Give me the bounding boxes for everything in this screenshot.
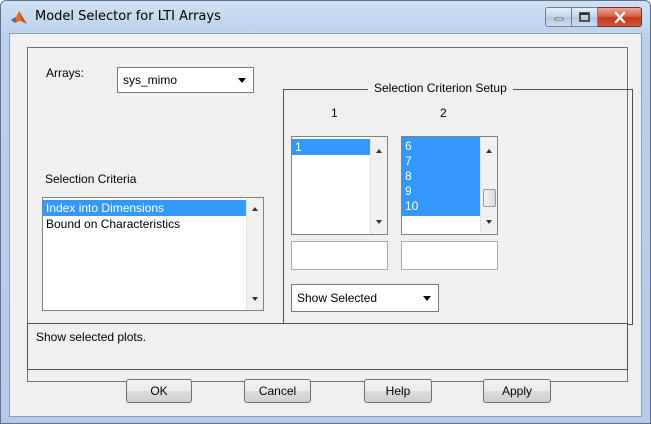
model-selector-window: Model Selector for LTI Arrays Arrays: sy… bbox=[0, 0, 651, 424]
scroll-down-icon[interactable] bbox=[376, 220, 382, 224]
dimension-2-item[interactable]: 7 bbox=[402, 154, 481, 169]
dimension-2-selection: 6 7 8 9 10 bbox=[402, 137, 481, 216]
scroll-down-icon[interactable] bbox=[252, 297, 258, 301]
dialog-client-area: Arrays: sys_mimo Selection Criteria Inde… bbox=[9, 33, 642, 417]
ok-button[interactable]: OK bbox=[126, 379, 192, 403]
arrays-selected-value: sys_mimo bbox=[123, 73, 178, 87]
matlab-icon bbox=[11, 11, 27, 24]
scroll-up-icon[interactable] bbox=[376, 149, 382, 153]
help-button[interactable]: Help bbox=[364, 379, 432, 403]
window-title: Model Selector for LTI Arrays bbox=[35, 9, 221, 24]
chevron-down-icon bbox=[423, 295, 431, 301]
maximize-icon bbox=[579, 12, 590, 22]
dimension-2-edit-field[interactable] bbox=[401, 241, 498, 270]
cancel-button[interactable]: Cancel bbox=[244, 379, 311, 403]
dimension-2-scrollbar[interactable] bbox=[480, 137, 497, 234]
scroll-down-icon[interactable] bbox=[486, 220, 492, 224]
minimize-icon bbox=[554, 17, 563, 21]
dimension-2-item[interactable]: 9 bbox=[402, 184, 481, 199]
caption-buttons bbox=[545, 7, 642, 28]
list-item-bound-on-characteristics[interactable]: Bound on Characteristics bbox=[43, 216, 263, 232]
dimension-1-scrollbar[interactable] bbox=[370, 137, 387, 234]
scroll-up-icon[interactable] bbox=[252, 207, 258, 211]
minimize-button[interactable] bbox=[545, 7, 572, 27]
selection-criteria-list[interactable]: Index into Dimensions Bound on Character… bbox=[42, 197, 264, 311]
scroll-up-icon[interactable] bbox=[486, 149, 492, 153]
dimension-1-item[interactable]: 1 bbox=[292, 139, 370, 155]
scroll-thumb[interactable] bbox=[483, 189, 496, 207]
criteria-scrollbar[interactable] bbox=[246, 198, 263, 310]
list-item-index-into-dimensions[interactable]: Index into Dimensions bbox=[43, 200, 263, 216]
dimension-2-item[interactable]: 6 bbox=[402, 139, 481, 154]
title-bar[interactable]: Model Selector for LTI Arrays bbox=[1, 1, 650, 33]
show-mode-dropdown[interactable]: Show Selected bbox=[291, 284, 439, 312]
close-button[interactable] bbox=[598, 7, 642, 27]
apply-button[interactable]: Apply bbox=[483, 379, 551, 403]
dimension-2-list[interactable]: 6 7 8 9 10 bbox=[401, 136, 498, 235]
close-icon bbox=[614, 11, 625, 23]
show-mode-value: Show Selected bbox=[297, 291, 378, 305]
dimension-1-edit-field[interactable] bbox=[291, 241, 388, 270]
column-1-header: 1 bbox=[331, 106, 338, 120]
column-2-header: 2 bbox=[440, 106, 447, 120]
chevron-down-icon bbox=[238, 77, 246, 83]
selection-criteria-label: Selection Criteria bbox=[45, 172, 137, 186]
criterion-setup-title: Selection Criterion Setup bbox=[368, 81, 513, 95]
status-box: Show selected plots. bbox=[27, 323, 628, 370]
dimension-2-item[interactable]: 8 bbox=[402, 169, 481, 184]
arrays-dropdown[interactable]: sys_mimo bbox=[117, 67, 254, 93]
status-text: Show selected plots. bbox=[36, 330, 147, 344]
arrays-label: Arrays: bbox=[46, 66, 85, 80]
dimension-2-item[interactable]: 10 bbox=[402, 199, 481, 214]
maximize-button[interactable] bbox=[572, 7, 598, 27]
dimension-1-list[interactable]: 1 bbox=[291, 136, 388, 235]
